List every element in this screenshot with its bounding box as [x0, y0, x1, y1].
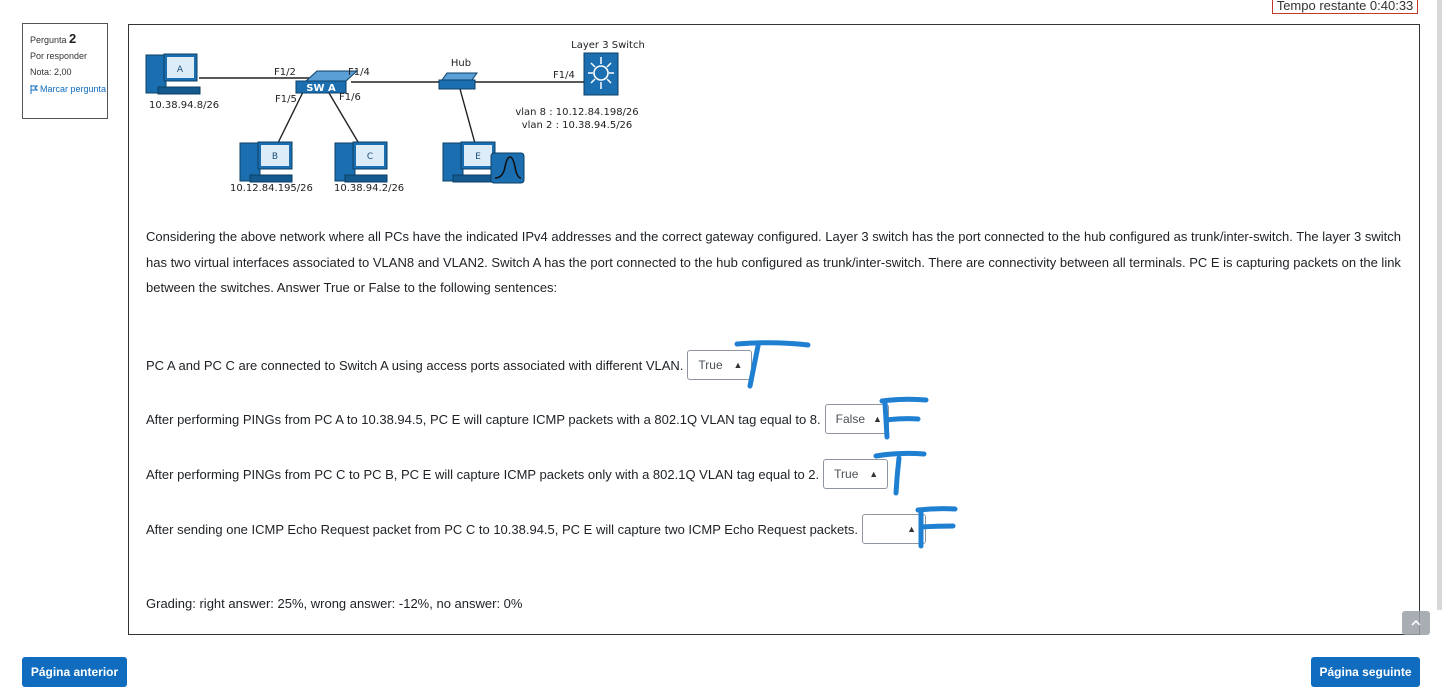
statement-2: After performing PINGs from PC A to 10.3…	[146, 403, 889, 435]
layer3-switch-label: Layer 3 Switch	[571, 40, 645, 51]
statement-2-text: After performing PINGs from PC A to 10.3…	[146, 411, 821, 427]
question-content: A 10.38.94.8/26 SW A F1/2 F1/4 F1/5 F1/6…	[128, 24, 1420, 635]
sort-caret-icon: ▲︎	[733, 359, 743, 370]
statement-2-selected: False	[835, 412, 865, 426]
switch-a-label: SW A	[306, 83, 336, 94]
pc-a-ip: 10.38.94.8/26	[149, 100, 219, 111]
pc-a: A	[145, 53, 201, 95]
layer3-switch-port: F1/4	[553, 70, 575, 81]
scrollbar[interactable]	[1437, 0, 1442, 610]
statement-2-select[interactable]: False ▲︎	[824, 404, 889, 434]
pc-e: E	[442, 141, 525, 184]
chevron-up-icon	[1411, 620, 1421, 626]
sort-caret-icon: ▲︎	[873, 413, 882, 424]
statement-4: After sending one ICMP Echo Request pack…	[146, 513, 926, 545]
pc-c-ip: 10.38.94.2/26	[334, 183, 404, 194]
question-grade: Nota: 2,00	[30, 67, 72, 77]
switch-a-port-f16: F1/6	[339, 92, 361, 103]
question-info-panel: Pergunta 2 Por responder Nota: 2,00 Marc…	[22, 23, 108, 119]
statement-4-select[interactable]: ▲︎	[862, 514, 926, 544]
statement-1-select[interactable]: True ▲︎	[687, 350, 753, 380]
pc-c: C	[334, 141, 388, 183]
question-text: Considering the above network where all …	[146, 229, 1401, 295]
hub-label: Hub	[451, 58, 471, 69]
question-label: Pergunta	[30, 35, 67, 45]
question-number-line: Pergunta 2	[30, 30, 107, 49]
flag-question-link[interactable]: Marcar pergunta	[30, 84, 107, 95]
scroll-to-top-button[interactable]	[1402, 611, 1430, 635]
layer3-switch	[583, 52, 619, 96]
previous-page-button[interactable]: Página anterior	[22, 657, 127, 687]
pc-e-label: E	[475, 152, 481, 162]
statement-1-selected: True	[698, 358, 723, 372]
sort-caret-icon: ▲︎	[869, 468, 879, 479]
question-status: Por responder	[30, 51, 88, 61]
statement-4-text: After sending one ICMP Echo Request pack…	[146, 521, 858, 537]
flag-question-label: Marcar pergunta	[40, 84, 107, 94]
flag-icon	[30, 85, 38, 94]
pc-a-label: A	[177, 65, 184, 75]
layer3-switch-vlan8: vlan 8 : 10.12.84.198/26	[515, 107, 638, 118]
pc-b: B	[239, 141, 293, 183]
layer3-switch-vlan2: vlan 2 : 10.38.94.5/26	[522, 120, 633, 131]
pc-b-label: B	[272, 152, 278, 162]
next-page-button[interactable]: Página seguinte	[1311, 657, 1420, 687]
question-number: 2	[69, 31, 77, 46]
statement-3-text: After performing PINGs from PC C to PC B…	[146, 466, 820, 482]
statement-3-selected: True	[834, 467, 859, 481]
pc-b-ip: 10.12.84.195/26	[230, 183, 313, 194]
statement-3: After performing PINGs from PC C to PC B…	[146, 458, 889, 490]
statement-1: PC A and PC C are connected to Switch A …	[146, 349, 753, 381]
switch-a-port-f14: F1/4	[348, 67, 370, 78]
switch-a-port-f12: F1/2	[274, 67, 296, 78]
pc-c-label: C	[367, 152, 373, 162]
statement-3-select[interactable]: True ▲︎	[823, 459, 889, 489]
statement-1-text: PC A and PC C are connected to Switch A …	[146, 357, 684, 373]
sort-caret-icon: ▲︎	[907, 523, 916, 534]
switch-a-port-f15: F1/5	[275, 94, 297, 105]
time-remaining: Tempo restante 0:40:33	[1272, 0, 1418, 14]
grading-info: Grading: right answer: 25%, wrong answer…	[146, 596, 523, 611]
network-diagram: A 10.38.94.8/26 SW A F1/2 F1/4 F1/5 F1/6…	[145, 40, 645, 194]
hub	[438, 72, 478, 90]
